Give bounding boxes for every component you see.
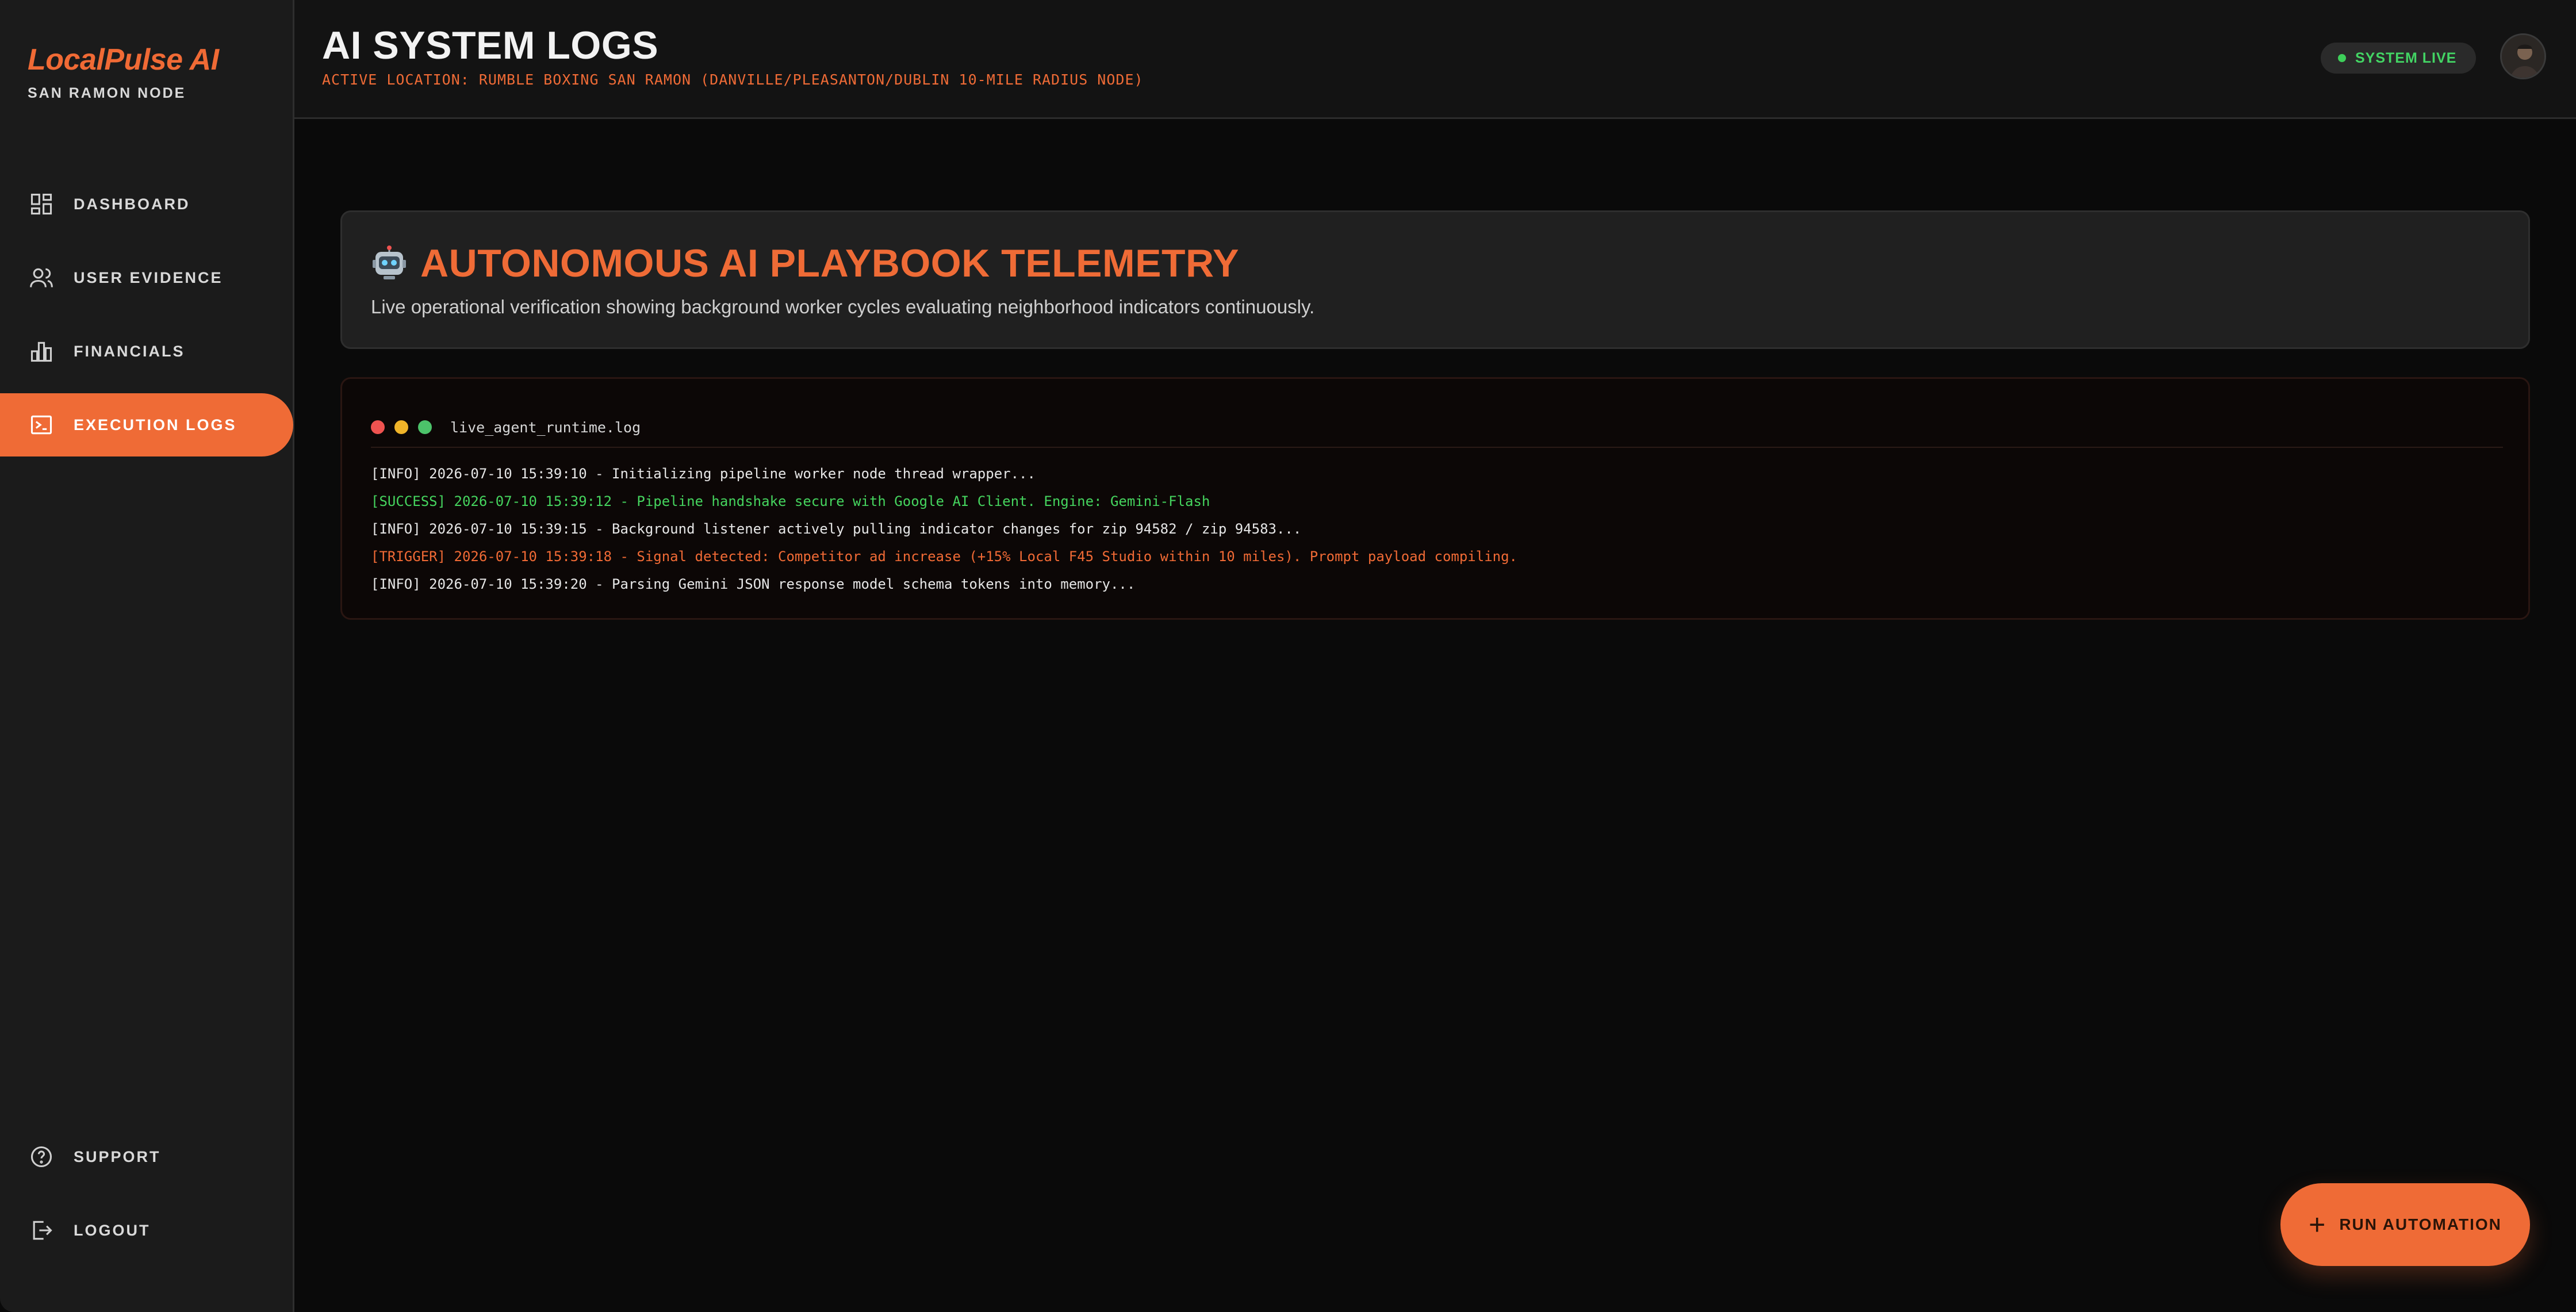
help-icon [29,1144,54,1169]
brand-subtitle: SAN RAMON NODE [28,85,186,101]
plus-icon: + [2309,1209,2326,1241]
brand: LocalPulse AI SAN RAMON NODE [28,43,219,102]
sidebar-item-financials[interactable]: FINANCIALS [0,320,294,383]
sidebar-item-dashboard[interactable]: DASHBOARD [0,172,294,236]
status-text: SYSTEM LIVE [2355,49,2457,66]
terminal-header: live_agent_runtime.log [371,408,2503,448]
window-minimize-dot-icon [394,420,408,434]
sidebar: LocalPulse AI SAN RAMON NODE DASHBOARD U… [0,0,294,1312]
sidebar-item-label: USER EVIDENCE [74,268,223,286]
run-automation-label: RUN AUTOMATION [2339,1215,2502,1233]
log-line: [INFO] 2026-07-10 15:39:20 - Parsing Gem… [371,576,1136,592]
window-maximize-dot-icon [418,420,432,434]
run-automation-button[interactable]: + RUN AUTOMATION [2280,1183,2530,1266]
telemetry-hero-card: AUTONOMOUS AI PLAYBOOK TELEMETRY Live op… [340,210,2530,349]
window-close-dot-icon [371,420,385,434]
sidebar-item-label: FINANCIALS [74,342,185,360]
terminal-icon [29,412,54,438]
hero-title: AUTONOMOUS AI PLAYBOOK TELEMETRY [371,241,1239,286]
log-line: [SUCCESS] 2026-07-10 15:39:12 - Pipeline… [371,493,1210,509]
dashboard-icon [29,191,54,217]
avatar[interactable] [2500,33,2546,79]
robot-icon [373,245,406,279]
terminal-filename: live_agent_runtime.log [450,419,641,436]
page-title: AI SYSTEM LOGS [322,24,659,67]
users-icon [29,265,54,290]
brand-name[interactable]: LocalPulse AI [28,43,219,77]
hero-description: Live operational verification showing ba… [371,296,1315,317]
sidebar-item-user-evidence[interactable]: USER EVIDENCE [0,246,294,309]
logout-icon [29,1218,54,1243]
sidebar-item-label: LOGOUT [74,1221,151,1239]
terminal-log-body: [INFO] 2026-07-10 15:39:10 - Initializin… [371,460,1517,598]
sidebar-item-label: DASHBOARD [74,195,190,213]
sidebar-item-label: EXECUTION LOGS [74,416,237,434]
active-location-text: ACTIVE LOCATION: RUMBLE BOXING SAN RAMON… [322,71,1144,88]
log-terminal: live_agent_runtime.log [INFO] 2026-07-10… [340,377,2530,620]
sidebar-item-label: SUPPORT [74,1148,161,1165]
sidebar-nav: DASHBOARD USER EVIDENCE FINANCIALS EXECU… [0,172,294,467]
log-line: [INFO] 2026-07-10 15:39:15 - Background … [371,521,1302,537]
sidebar-item-logout[interactable]: LOGOUT [0,1202,294,1259]
sidebar-bottom-nav: SUPPORT LOGOUT [0,1128,294,1275]
status-badge: SYSTEM LIVE [2321,43,2477,74]
status-dot-icon [2338,54,2346,62]
bar-chart-icon [29,339,54,364]
log-line: [INFO] 2026-07-10 15:39:10 - Initializin… [371,466,1036,482]
user-avatar-icon [2502,35,2544,78]
log-line: [TRIGGER] 2026-07-10 15:39:18 - Signal d… [371,548,1517,565]
sidebar-item-execution-logs[interactable]: EXECUTION LOGS [0,393,293,456]
top-header: AI SYSTEM LOGS ACTIVE LOCATION: RUMBLE B… [294,0,2576,119]
hero-title-text: AUTONOMOUS AI PLAYBOOK TELEMETRY [420,241,1239,285]
sidebar-item-support[interactable]: SUPPORT [0,1128,294,1186]
